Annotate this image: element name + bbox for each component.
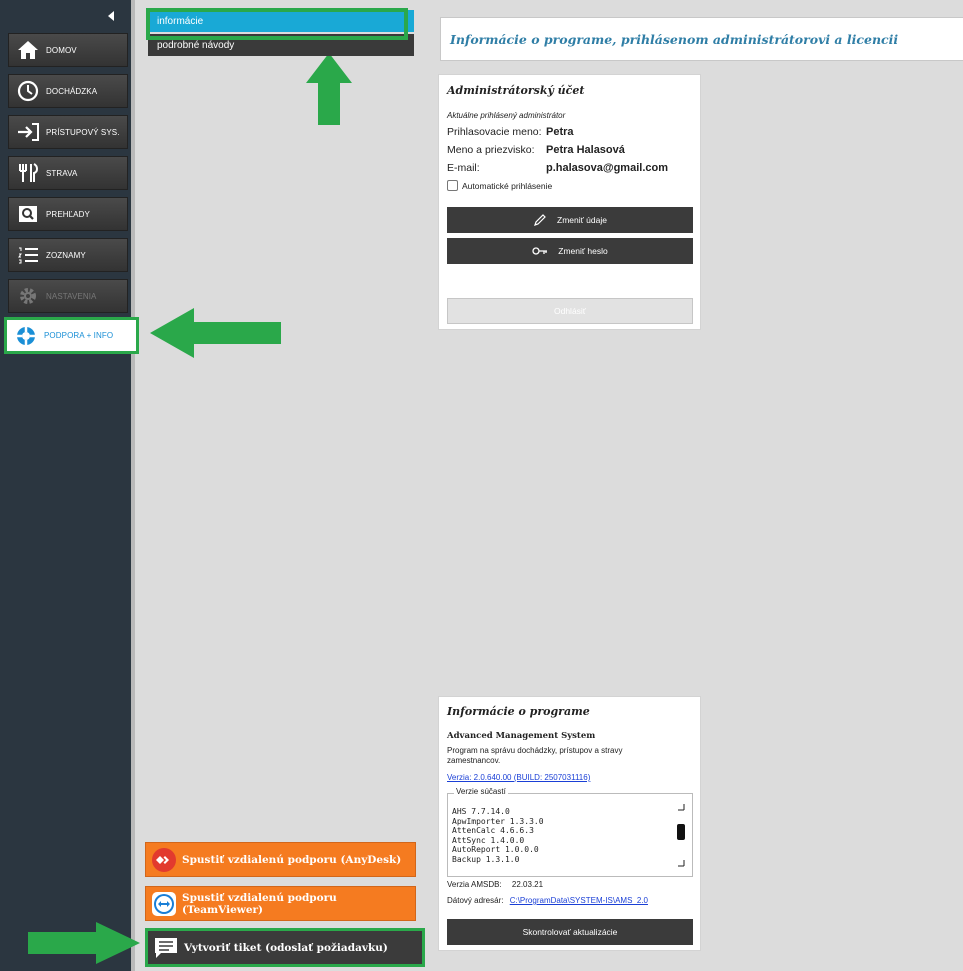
sidebar-item-label: NASTAVENIA <box>46 291 97 301</box>
sidebar-item-zoznamy[interactable]: ZOZNAMY <box>8 238 128 272</box>
program-info-card: Informácie o programe Advanced Managemen… <box>438 696 701 951</box>
info-card-title: Informácie o programe <box>447 705 590 718</box>
cutlery-icon <box>16 161 40 185</box>
amsdb-value: 22.03.21 <box>511 880 544 889</box>
sidebar-item-label: DOMOV <box>46 45 77 55</box>
auto-login-checkbox[interactable] <box>447 180 458 191</box>
auto-login-row: Automatické prihlásenie <box>447 180 552 191</box>
change-data-label: Zmeniť údaje <box>557 215 607 225</box>
highlight-frame <box>146 8 408 40</box>
list-item: AttSync 1.4.0.0 <box>452 835 525 845</box>
gear-icon <box>16 284 40 308</box>
lifebuoy-icon <box>14 324 38 348</box>
data-dir-label: Dátový adresár: <box>447 896 504 905</box>
annotation-arrow-right <box>28 922 140 964</box>
check-updates-label: Skontrolovať aktualizácie <box>522 927 618 937</box>
sidebar-divider <box>131 0 135 971</box>
home-icon <box>16 38 40 62</box>
magnifier-icon <box>16 202 40 226</box>
version-link[interactable]: Verzia: 2.0.640.00 (BUILD: 2507031116) <box>447 773 590 782</box>
name-label: Meno a priezvisko: <box>447 144 535 156</box>
create-ticket-button[interactable]: Vytvoriť tiket (odoslať požiadavku) <box>145 928 425 967</box>
sidebar-item-label: PODPORA + INFO <box>44 331 114 340</box>
list-item: AHS 7.7.14.0 <box>452 807 510 816</box>
login-value: Petra <box>546 126 574 138</box>
list-item: AutoReport 1.0.0.0 <box>452 845 539 855</box>
chat-icon <box>154 936 178 960</box>
list-icon <box>16 243 40 267</box>
annotation-arrow-up <box>306 53 352 125</box>
change-password-label: Zmeniť heslo <box>558 246 608 256</box>
login-arrow-icon <box>16 120 40 144</box>
list-item: AttenCalc 4.6.6.3 <box>452 826 534 836</box>
sidebar-item-strava[interactable]: STRAVA <box>8 156 128 190</box>
sidebar-item-label: DOCHÁDZKA <box>46 86 98 96</box>
sidebar-item-label: PRÍSTUPOVÝ SYS. <box>46 127 120 137</box>
admin-account-card: Administrátorský účet Aktuálne prihlásen… <box>438 74 701 330</box>
amsdb-row: Verzia AMSDB: 22.03.21 <box>447 880 543 889</box>
components-items: AHS 7.7.14.0 ApwImporter 1.3.3.0 AttenCa… <box>452 807 544 865</box>
sidebar-item-label: PREHĽADY <box>46 209 90 219</box>
name-value: Petra Halasová <box>546 144 625 156</box>
sidebar-item-label: ZOZNAMY <box>46 250 86 260</box>
page-header: Informácie o programe, prihlásenom admin… <box>440 17 963 61</box>
components-scrollbar[interactable] <box>676 804 686 868</box>
change-data-button[interactable]: Zmeniť údaje <box>447 207 693 233</box>
logout-label: Odhlásiť <box>553 306 586 316</box>
login-label: Prihlasovacie meno: <box>447 126 542 138</box>
product-name: Advanced Management System <box>447 731 596 741</box>
anydesk-icon <box>152 847 176 872</box>
amsdb-label: Verzia AMSDB: <box>447 880 502 889</box>
clock-icon <box>16 79 40 103</box>
list-item: Backup 1.3.1.0 <box>452 854 520 864</box>
key-icon <box>532 247 548 255</box>
components-legend: Verzie súčastí <box>454 787 508 796</box>
component-versions-list[interactable]: Verzie súčastí AHS 7.7.14.0 ApwImporter … <box>447 787 693 877</box>
email-label: E-mail: <box>447 162 480 174</box>
anydesk-button[interactable]: Spustiť vzdialenú podporu (AnyDesk) <box>145 842 416 877</box>
sidebar-item-domov[interactable]: DOMOV <box>8 33 128 67</box>
sidebar-item-nastavenia[interactable]: NASTAVENIA <box>8 279 128 313</box>
email-value: p.halasova@gmail.com <box>546 162 668 174</box>
sidebar-item-podpora[interactable]: PODPORA + INFO <box>4 317 139 354</box>
change-password-button[interactable]: Zmeniť heslo <box>447 238 693 264</box>
email-row: E-mail: p.halasova@gmail.com <box>447 162 668 174</box>
collapse-sidebar-icon[interactable] <box>108 11 114 21</box>
logout-button[interactable]: Odhlásiť <box>447 298 693 324</box>
create-ticket-label: Vytvoriť tiket (odoslať požiadavku) <box>184 941 388 954</box>
login-row: Prihlasovacie meno: Petra <box>447 126 574 138</box>
sidebar-item-prehlady[interactable]: PREHĽADY <box>8 197 128 231</box>
list-item: ApwImporter 1.3.3.0 <box>452 816 544 826</box>
page-title: Informácie o programe, prihlásenom admin… <box>450 31 899 47</box>
check-updates-button[interactable]: Skontrolovať aktualizácie <box>447 919 693 945</box>
sidebar-item-label: STRAVA <box>46 168 78 178</box>
sidebar-item-dochadzka[interactable]: DOCHÁDZKA <box>8 74 128 108</box>
anydesk-label: Spustiť vzdialenú podporu (AnyDesk) <box>182 853 402 866</box>
auto-login-label: Automatické prihlásenie <box>462 180 553 191</box>
teamviewer-label: Spustiť vzdialenú podporu (TeamViewer) <box>182 891 337 916</box>
product-description: Program na správu dochádzky, prístupov a… <box>447 746 623 765</box>
admin-subtitle: Aktuálne prihlásený administrátor <box>447 111 566 120</box>
teamviewer-button[interactable]: Spustiť vzdialenú podporu (TeamViewer) <box>145 886 416 921</box>
pencil-icon <box>534 214 546 226</box>
sidebar-item-pristupovy[interactable]: PRÍSTUPOVÝ SYS. <box>8 115 128 149</box>
annotation-arrow-left <box>150 308 281 358</box>
name-row: Meno a priezvisko: Petra Halasová <box>447 144 625 156</box>
data-dir-row: Dátový adresár: C:\ProgramData\SYSTEM-IS… <box>447 896 648 905</box>
admin-card-title: Administrátorský účet <box>447 84 585 97</box>
teamviewer-icon <box>152 891 176 916</box>
data-dir-link[interactable]: C:\ProgramData\SYSTEM-IS\AMS_2.0 <box>510 896 648 905</box>
